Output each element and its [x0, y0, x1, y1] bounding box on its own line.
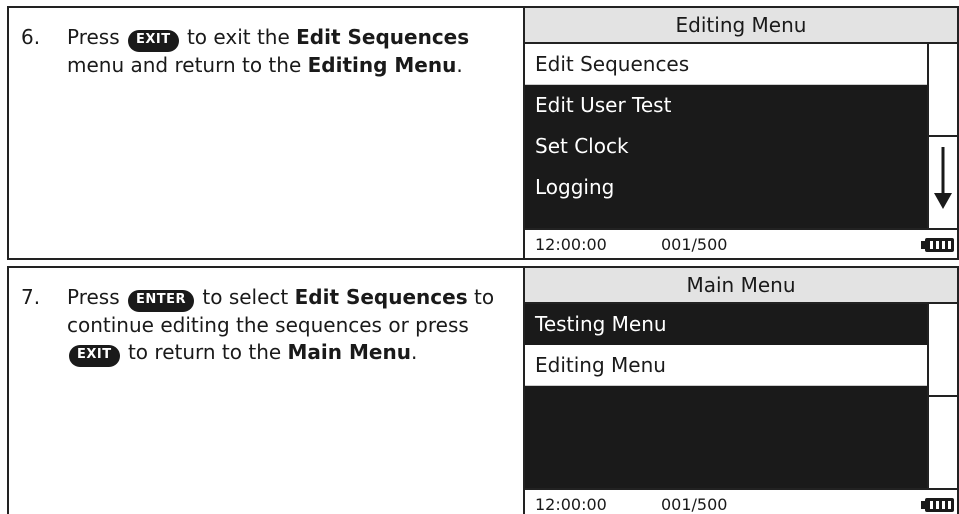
device-screen-main-menu: Main Menu Testing Menu Editing Menu 12:0… [525, 268, 957, 514]
step-6: 6. Press EXIT to exit the Edit Sequences… [7, 6, 959, 260]
menu-list: Testing Menu Editing Menu [525, 304, 927, 488]
scrollbar[interactable] [927, 304, 957, 488]
menu-item-edit-sequences[interactable]: Edit Sequences [525, 44, 927, 85]
instruction-text: Press EXIT to exit the Edit Sequences me… [67, 24, 513, 79]
text-press: Press [67, 25, 120, 49]
menu-item-logging[interactable]: Logging [525, 167, 927, 208]
bold-edit-sequences: Edit Sequences [294, 285, 468, 309]
text-segment: to return to the [127, 340, 282, 364]
menu-item-edit-user-test[interactable]: Edit User Test [525, 85, 927, 126]
step-7: 7. Press ENTER to select Edit Sequences … [7, 266, 959, 514]
bold-edit-sequences: Edit Sequences [296, 25, 470, 49]
text-press: Press [67, 285, 120, 309]
status-count: 001/500 [661, 234, 728, 254]
status-bar: 12:00:00 001/500 [525, 488, 957, 514]
status-bar: 12:00:00 001/500 [525, 228, 957, 258]
menu-list: Edit Sequences Edit User Test Set Clock … [525, 44, 927, 228]
device-screen-editing-menu: Editing Menu Edit Sequences Edit User Te… [525, 8, 957, 258]
instruction-text: Press ENTER to select Edit Sequences to … [67, 284, 513, 367]
battery-icon [921, 238, 954, 252]
exit-button-icon: EXIT [128, 30, 179, 52]
scroll-segment [929, 44, 957, 137]
enter-button-icon: ENTER [128, 290, 195, 312]
step-6-instruction: 6. Press EXIT to exit the Edit Sequences… [9, 8, 525, 258]
exit-button-icon: EXIT [69, 345, 120, 367]
text-period: . [410, 340, 418, 364]
screen-title: Editing Menu [525, 8, 957, 44]
scrollbar[interactable] [927, 44, 957, 228]
scroll-down-segment [929, 137, 957, 228]
status-count: 001/500 [661, 494, 728, 514]
step-number: 7. [21, 285, 41, 309]
step-7-instruction: 7. Press ENTER to select Edit Sequences … [9, 268, 525, 514]
menu-item-set-clock[interactable]: Set Clock [525, 126, 927, 167]
text-segment: menu and return to the [67, 53, 302, 77]
text-segment: to select [202, 285, 289, 309]
bold-main-menu: Main Menu [287, 340, 411, 364]
step-number: 6. [21, 25, 41, 49]
status-time: 12:00:00 [535, 494, 607, 514]
status-time: 12:00:00 [535, 234, 607, 254]
text-segment: to exit the [186, 25, 290, 49]
screen-body: Edit Sequences Edit User Test Set Clock … [525, 44, 957, 228]
menu-item-testing-menu[interactable]: Testing Menu [525, 304, 927, 345]
scroll-segment [929, 397, 957, 488]
scroll-segment [929, 304, 957, 397]
menu-filler [525, 208, 927, 228]
screen-body: Testing Menu Editing Menu [525, 304, 957, 488]
text-period: . [456, 53, 463, 77]
arrow-down-icon [934, 147, 952, 209]
menu-filler [525, 386, 927, 488]
battery-icon [921, 498, 954, 512]
bold-editing-menu: Editing Menu [307, 53, 457, 77]
menu-item-editing-menu[interactable]: Editing Menu [525, 345, 927, 386]
screen-title: Main Menu [525, 268, 957, 304]
